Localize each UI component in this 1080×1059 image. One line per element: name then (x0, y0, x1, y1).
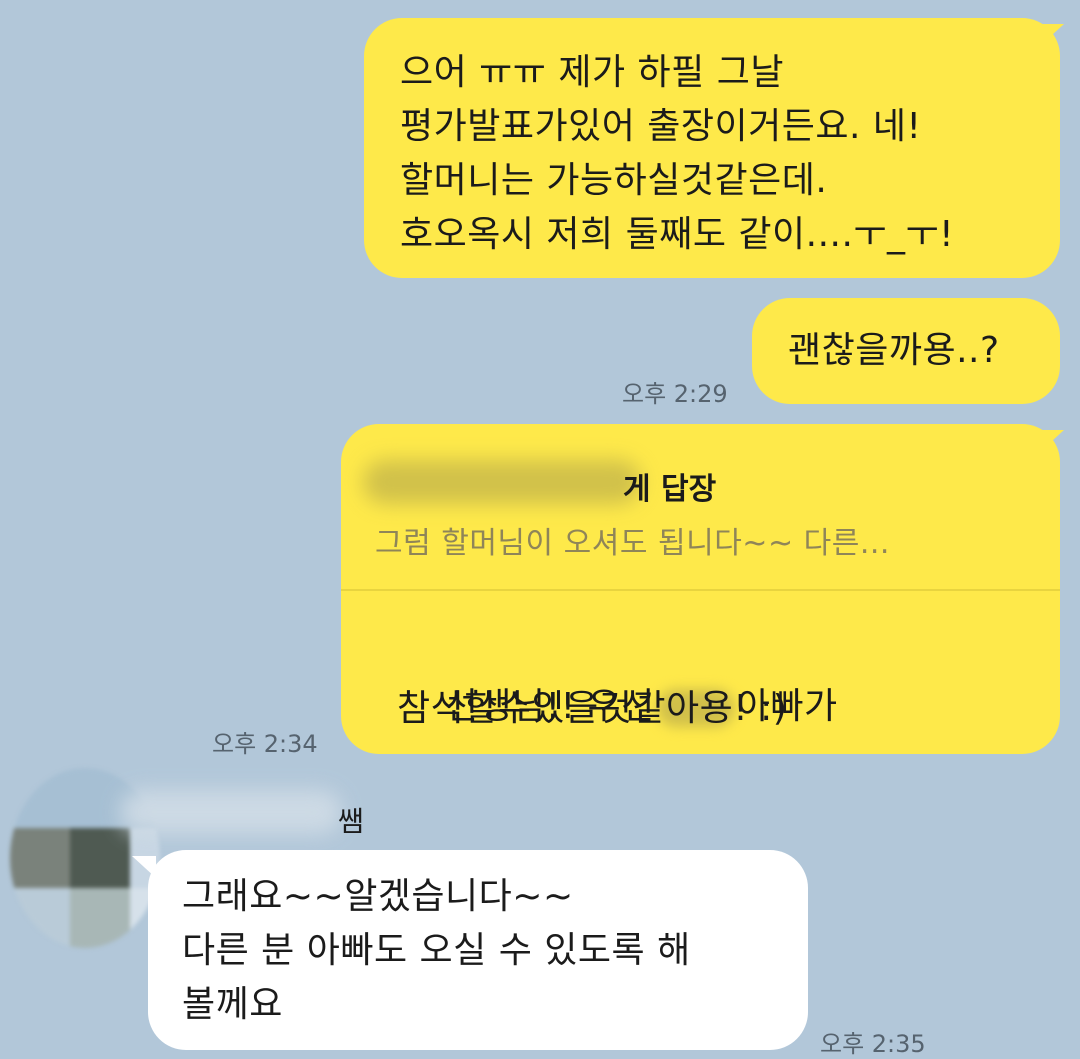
sender-name: 쌤 (338, 805, 364, 838)
reply-header: 게 답장 (623, 472, 717, 507)
message-text: 괜찮을까용..? (788, 330, 1000, 371)
reply-preview-text: 그럼 할머님이 오셔도 됩니다~~ 다른... (375, 526, 890, 561)
bubble-tail (1040, 24, 1064, 46)
redacted-sender-name (120, 790, 342, 834)
my-message-bubble-2[interactable]: 괜찮을까용..? (752, 298, 1060, 404)
other-message-bubble[interactable]: 그래요~~알겠습니다~~ 다른 분 아빠도 오실 수 있도록 해 볼께요 (148, 850, 808, 1050)
reply-divider (341, 589, 1060, 591)
redacted-name (363, 460, 641, 504)
my-message-bubble-1[interactable]: 으어 ㅠㅠ 제가 하필 그날 평가발표가있어 출장이거든요. 네! 할머니는 가… (364, 18, 1060, 278)
my-reply-message-bubble[interactable]: 게 답장 그럼 할머님이 오셔도 됩니다~~ 다른... 선생님!! 우선 아빠가… (341, 424, 1060, 754)
bubble-tail (132, 856, 156, 878)
message-text: 그래요~~알겠습니다~~ 다른 분 아빠도 오실 수 있도록 해 볼께요 (182, 876, 691, 1025)
message-text: 으어 ㅠㅠ 제가 하필 그날 평가발표가있어 출장이거든요. 네! 할머니는 가… (400, 52, 955, 255)
message-timestamp: 오후 2:35 (820, 1030, 926, 1058)
message-timestamp: 오후 2:29 (622, 380, 728, 408)
message-timestamp: 오후 2:34 (212, 730, 318, 758)
message-text-line-2: 참석할수있을것같아용! :) (397, 688, 788, 729)
bubble-tail (1040, 430, 1064, 452)
